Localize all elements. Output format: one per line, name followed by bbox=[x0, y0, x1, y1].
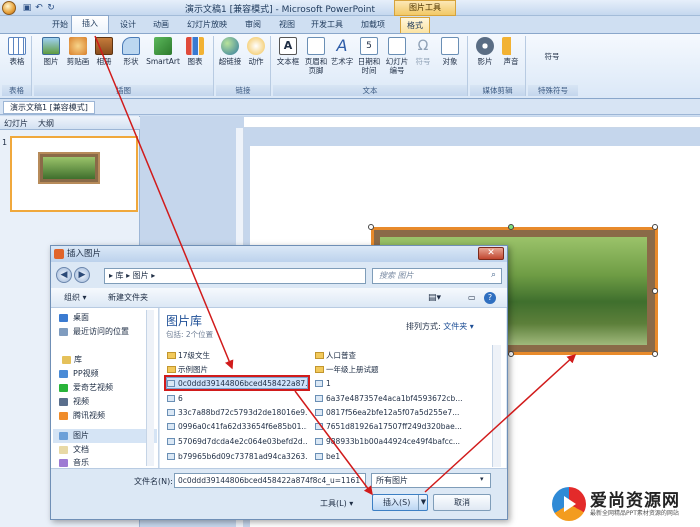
watermark-subtitle: 最新全网精品PPT素材资源的网站 bbox=[590, 510, 679, 517]
arrow-to-insert bbox=[294, 390, 373, 496]
play-icon bbox=[564, 496, 576, 512]
annotation-arrows bbox=[94, 35, 577, 496]
arrow-to-picture bbox=[424, 353, 577, 493]
arrow-to-file bbox=[94, 35, 234, 370]
